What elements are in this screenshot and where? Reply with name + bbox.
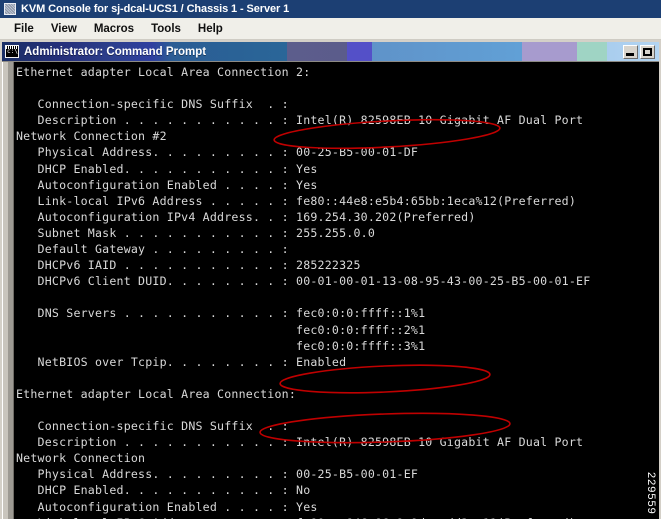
figure-number: 229559	[645, 472, 657, 515]
kvm-title-bar: KVM Console for sj-dcal-UCS1 / Chassis 1…	[0, 0, 661, 18]
kvm-console-window: KVM Console for sj-dcal-UCS1 / Chassis 1…	[0, 0, 661, 519]
console-body: Ethernet adapter Local Area Connection 2…	[2, 61, 659, 519]
menu-item-help[interactable]: Help	[190, 21, 232, 37]
maximize-button[interactable]	[640, 44, 655, 59]
menu-item-view[interactable]: View	[43, 21, 86, 37]
console-scrollbar[interactable]	[2, 62, 14, 519]
console-screen[interactable]: Ethernet adapter Local Area Connection 2…	[14, 62, 637, 519]
console-right-gutter: 229559	[637, 62, 659, 519]
command-prompt-window: Administrator: Command Prompt Ethernet a…	[2, 42, 659, 519]
window-controls	[623, 44, 659, 59]
menu-item-tools[interactable]: Tools	[143, 21, 190, 37]
title-bar-content: Administrator: Command Prompt	[2, 44, 659, 59]
monitor-icon	[4, 3, 16, 15]
ipconfig-output: Ethernet adapter Local Area Connection 2…	[16, 65, 591, 519]
menu-item-file[interactable]: File	[6, 21, 43, 37]
minimize-button[interactable]	[623, 44, 638, 59]
kvm-menu-bar: File View Macros Tools Help	[0, 18, 661, 40]
kvm-window-title: KVM Console for sj-dcal-UCS1 / Chassis 1…	[21, 3, 290, 15]
command-prompt-title-bar[interactable]: Administrator: Command Prompt	[2, 42, 659, 61]
menu-item-macros[interactable]: Macros	[86, 21, 143, 37]
command-prompt-title: Administrator: Command Prompt	[24, 45, 207, 58]
console-icon	[5, 45, 19, 58]
